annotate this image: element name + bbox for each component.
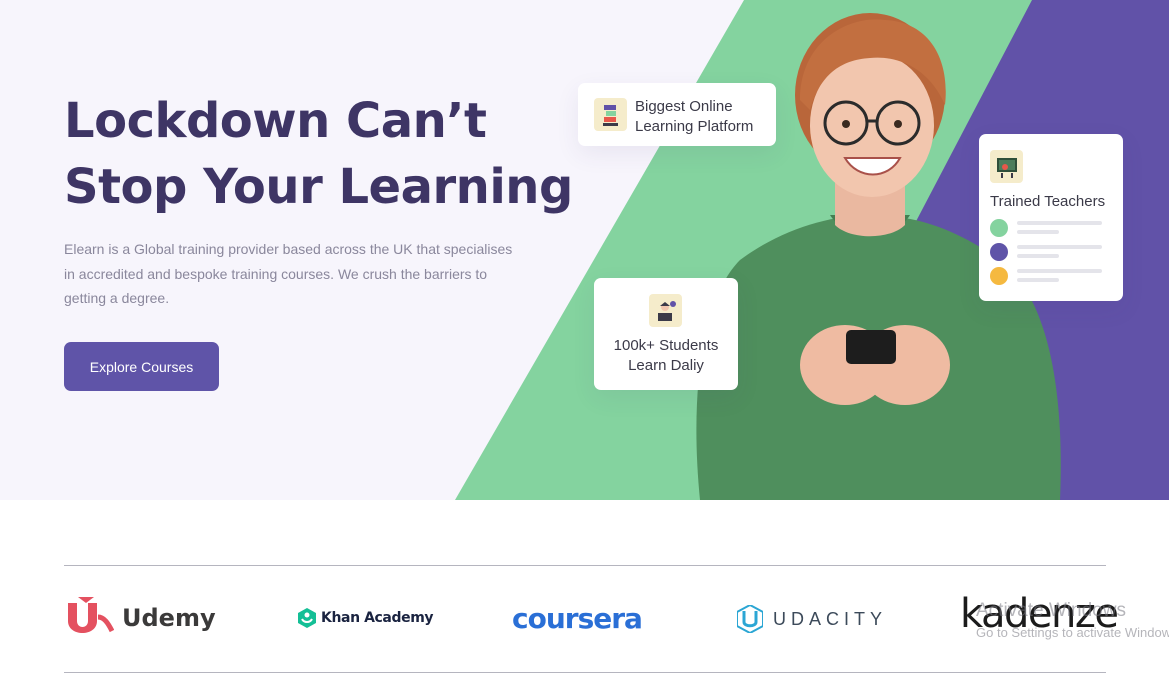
udacity-logo-icon — [737, 605, 763, 633]
teacher-row — [990, 266, 1114, 286]
partner-coursera[interactable]: coursera — [512, 602, 643, 635]
hero-section: Lockdown Can’t Stop Your Learning Elearn… — [0, 0, 1169, 500]
student-laptop-icon — [649, 294, 682, 327]
placeholder-line — [1017, 278, 1059, 282]
divider-top — [64, 565, 1106, 566]
card-students-line-2: Learn Daliy — [628, 357, 704, 374]
partner-udacity[interactable]: UDACITY — [737, 605, 887, 633]
teacher-row — [990, 218, 1114, 238]
partner-udemy[interactable]: Udemy — [64, 597, 216, 639]
teacher-board-icon — [990, 150, 1023, 183]
card-students: 100k+ Students Learn Daliy — [594, 278, 738, 390]
khan-academy-wordmark: Khan Academy — [321, 610, 434, 626]
card-teachers-title: Trained Teachers — [990, 193, 1106, 210]
teacher-avatar-dot — [990, 243, 1008, 261]
watermark-line-2: Go to Settings to activate Windows. — [976, 625, 1169, 640]
udemy-logo-icon — [68, 597, 114, 633]
card-students-line-1: 100k+ Students — [613, 337, 719, 354]
udacity-wordmark: UDACITY — [773, 608, 888, 629]
teacher-row — [990, 242, 1114, 262]
explore-courses-button[interactable]: Explore Courses — [64, 342, 219, 391]
placeholder-line — [1017, 254, 1059, 258]
teacher-avatar-dot — [990, 267, 1008, 285]
coursera-wordmark: coursera — [512, 602, 643, 635]
placeholder-line — [1017, 221, 1102, 225]
headline-line-2: Stop Your Learning — [64, 159, 573, 215]
placeholder-line — [1017, 269, 1102, 273]
card-trained-teachers: Trained Teachers — [979, 134, 1123, 301]
activate-windows-watermark: Activate Windows Go to Settings to activ… — [976, 600, 1169, 644]
card-biggest-platform: Biggest Online Learning Platform — [578, 83, 776, 146]
card-platform-line-2: Learning Platform — [635, 118, 754, 135]
udemy-wordmark: Udemy — [122, 604, 216, 632]
books-icon — [594, 98, 627, 131]
watermark-line-1: Activate Windows — [976, 600, 1126, 621]
divider-bottom — [64, 672, 1106, 673]
partner-khan-academy[interactable]: Khan Academy — [298, 608, 434, 628]
hero-description: Elearn is a Global training provider bas… — [64, 241, 513, 306]
teacher-avatar-dot — [990, 219, 1008, 237]
partners-section: Udemy Khan Academy coursera UDACITY kade… — [0, 500, 1169, 675]
card-platform-line-1: Biggest Online — [635, 98, 733, 115]
headline-line-1: Lockdown Can’t — [64, 93, 487, 149]
khan-academy-logo-icon — [298, 608, 316, 628]
hero-headline: Lockdown Can’t Stop Your Learning — [64, 88, 573, 220]
placeholder-line — [1017, 245, 1102, 249]
placeholder-line — [1017, 230, 1059, 234]
